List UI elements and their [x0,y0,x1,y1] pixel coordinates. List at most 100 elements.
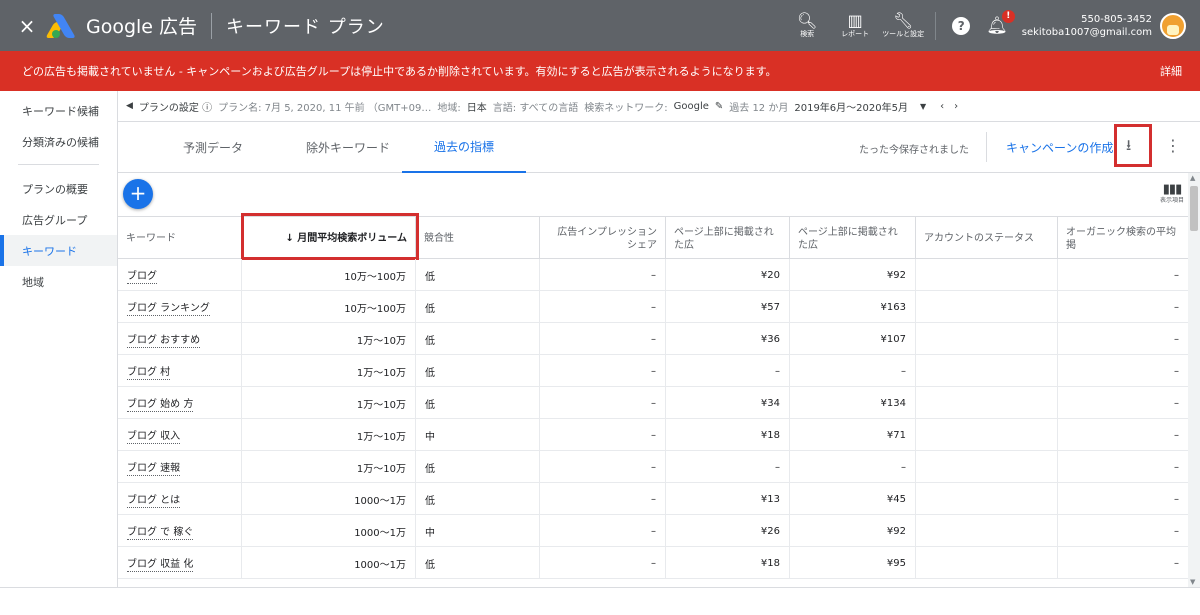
cell-top-bid-low: ¥34 [666,387,790,419]
scrollbar-thumb[interactable] [1190,186,1198,231]
cell-keyword[interactable]: ブログ ランキング [118,291,242,323]
col-top-bid-low[interactable]: ページ上部に掲載された広 [666,217,790,260]
cell-impression-share: – [540,547,666,579]
col-keyword[interactable]: キーワード [118,217,242,260]
table-row[interactable]: ブログ ランキング 10万～100万 低 – ¥57 ¥163 – [118,291,1188,323]
banner-detail-link[interactable]: 詳細 [1160,63,1182,79]
tab-negative-keywords[interactable]: 除外キーワード [278,122,418,173]
add-keyword-button[interactable]: + [123,179,153,209]
tools-settings-button[interactable]: 🔧︎ ツールと設定 [882,12,924,39]
cell-top-bid-high: ¥45 [790,483,916,515]
table-row[interactable]: ブログ 10万～100万 低 – ¥20 ¥92 – [118,259,1188,291]
table-header: キーワード ↓ 月間平均検索ボリューム 競合性 広告インプレッション シェア ペ… [118,213,1188,260]
cell-top-bid-high: ¥163 [790,291,916,323]
sidebar-divider [18,157,99,165]
cell-top-bid-high-text: ¥163 [880,301,906,313]
help-icon[interactable]: ? [952,16,971,35]
sidebar-item-grouped-ideas[interactable]: 分類済みの候補 [0,126,117,157]
cell-keyword[interactable]: ブログ 収入 [118,419,242,451]
cell-keyword[interactable]: ブログ とは [118,483,242,515]
cell-top-bid-high-text: – [901,461,906,473]
wrench-icon: 🔧︎ [893,11,914,30]
period-value[interactable]: 2019年6月～2020年5月 [794,99,908,114]
close-icon[interactable]: × [12,14,42,38]
cell-keyword-text: ブログ 始め 方 [127,395,194,412]
cell-top-bid-low-text: ¥57 [760,301,780,313]
cell-keyword[interactable]: ブログ 始め 方 [118,387,242,419]
region-value[interactable]: 日本 [467,99,487,114]
prev-period-icon[interactable]: ‹ [940,101,944,112]
edit-pencil-icon[interactable]: ✎ [715,101,723,112]
page-footer [0,587,1200,615]
tab-forecast[interactable]: 予測データ [148,122,278,173]
create-campaign-link[interactable]: キャンペーンの作成 [1006,139,1113,156]
table-row[interactable]: ブログ 収益 化 1000～1万 低 – ¥18 ¥95 – [118,547,1188,579]
vertical-scrollbar[interactable]: ▲ ▼ [1188,173,1200,587]
cell-account-status [916,419,1058,451]
table-row[interactable]: ブログ で 稼ぐ 1000～1万 中 – ¥26 ¥92 – [118,515,1188,547]
cell-impression-share-text: – [651,301,656,313]
cell-top-bid-low: ¥13 [666,483,790,515]
avatar[interactable] [1160,12,1186,39]
cell-top-bid-high: ¥107 [790,323,916,355]
period-label: 過去 12 か月 [729,102,789,114]
cell-competition-text: 低 [425,303,435,315]
tab-historical-metrics[interactable]: 過去の指標 [402,122,526,173]
cell-volume-text: 1万～10万 [356,335,406,347]
cell-organic-position-text: – [1174,525,1179,537]
sidebar-item-ad-groups[interactable]: 広告グループ [0,204,117,235]
next-period-icon[interactable]: › [954,101,958,112]
download-icon[interactable]: ⭳ [1126,135,1131,160]
cell-top-bid-low: ¥18 [666,419,790,451]
sidebar-item-locations[interactable]: 地域 [0,266,117,297]
cell-keyword[interactable]: ブログ おすすめ [118,323,242,355]
cell-volume-text: 10万～100万 [344,303,406,315]
account-info[interactable]: 550-805-3452 sekitoba1007@gmail.com [1022,13,1152,39]
table-row[interactable]: ブログ 村 1万～10万 低 – – – – [118,355,1188,387]
table-row[interactable]: ブログ 収入 1万～10万 中 – ¥18 ¥71 – [118,419,1188,451]
col-impression-share[interactable]: 広告インプレッション シェア [540,217,666,260]
cell-competition-text: 低 [425,559,435,571]
plan-settings-label[interactable]: プランの設定 ⓘ [139,99,212,114]
cell-keyword[interactable]: ブログ 収益 化 [118,547,242,579]
columns-label: 表示項目 [1159,197,1184,204]
table-row[interactable]: ブログ とは 1000～1万 低 – ¥13 ¥45 – [118,483,1188,515]
cell-keyword[interactable]: ブログ で 稼ぐ [118,515,242,547]
cell-competition: 低 [416,355,540,387]
language-setting[interactable]: 言語: すべての言語 [493,99,578,114]
period-dropdown-icon[interactable]: ▼ [920,102,926,111]
cell-volume-text: 1万～10万 [356,367,406,379]
collapse-left-icon[interactable]: ◀ [126,101,133,111]
scroll-down-icon[interactable]: ▼ [1190,578,1195,586]
scroll-up-icon[interactable]: ▲ [1190,174,1195,182]
cell-volume-text: 10万～100万 [344,271,406,283]
cell-impression-share-text: – [651,461,656,473]
sidebar-item-plan-overview[interactable]: プランの概要 [0,173,117,204]
notification-bell-icon[interactable]: 🔔︎ ! [986,9,1015,36]
cell-impression-share-text: – [651,397,656,409]
col-organic-avg-position[interactable]: オーガニック検索の平均掲 [1058,217,1188,260]
sidebar-item-keyword-ideas[interactable]: キーワード候補 [0,95,117,126]
col-top-bid-high[interactable]: ページ上部に掲載された広 [790,217,916,260]
col-account-status[interactable]: アカウントのステータス [916,217,1058,260]
sidebar-item-keywords[interactable]: キーワード [0,235,117,266]
account-phone: 550-805-3452 [1081,13,1152,25]
table-row[interactable]: ブログ おすすめ 1万～10万 低 – ¥36 ¥107 – [118,323,1188,355]
notification-badge: ! [1001,9,1015,23]
cell-keyword[interactable]: ブログ 速報 [118,451,242,483]
table-row[interactable]: ブログ 速報 1万～10万 低 – – – – [118,451,1188,483]
cell-volume: 1万～10万 [242,419,416,451]
more-options-icon[interactable]: ⋮ [1165,136,1181,155]
cell-account-status [916,387,1058,419]
plan-name[interactable]: プラン名: 7月 5, 2020, 11 午前 （GMT+09… [218,99,431,114]
network-value[interactable]: Google [674,101,709,112]
search-tool-button[interactable]: 🔍︎ 検索 [786,12,828,39]
report-tool-button[interactable]: ▥ レポート [834,12,876,39]
col-competition[interactable]: 競合性 [416,217,540,260]
cell-competition-text: 低 [425,335,435,347]
cell-keyword[interactable]: ブログ 村 [118,355,242,387]
table-row[interactable]: ブログ 始め 方 1万～10万 低 – ¥34 ¥134 – [118,387,1188,419]
cell-keyword[interactable]: ブログ [118,259,242,291]
cell-top-bid-low: ¥57 [666,291,790,323]
columns-button[interactable]: ▮▮▮ 表示項目 [1157,183,1187,205]
